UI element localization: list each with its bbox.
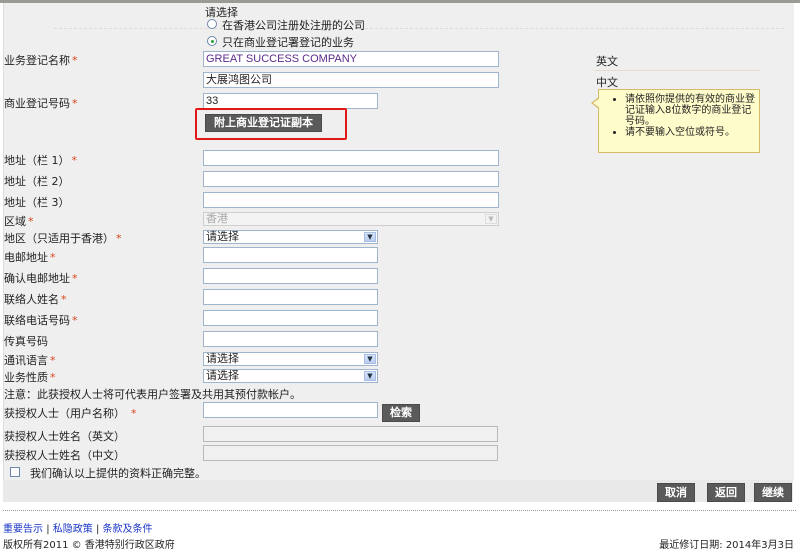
address-line1-label: 地址（栏 1） *	[4, 154, 77, 167]
radio-br-business[interactable]	[207, 36, 217, 46]
fax-input[interactable]	[203, 331, 378, 347]
contact-name-input[interactable]	[203, 289, 378, 305]
confirm-email-input[interactable]	[203, 268, 378, 284]
address-line2-label: 地址（栏 2）	[4, 175, 70, 188]
link-separator: |	[95, 524, 100, 535]
contact-name-label: 联络人姓名 *	[4, 293, 67, 306]
notice-text: 注意：此获授权人士将可代表用户签署及共用其预付款帐户。	[4, 388, 301, 401]
email-input[interactable]	[203, 247, 378, 263]
br-number-input[interactable]: 33	[203, 93, 378, 109]
fax-label: 传真号码	[4, 335, 48, 348]
chevron-down-icon: ▼	[364, 371, 376, 381]
radio-br-business-label: 只在商业登记署登记的业务	[222, 36, 354, 49]
district-label: 地区（只适用于香港） *	[4, 232, 122, 245]
divider	[54, 28, 784, 30]
authorized-user-label: 获授权人士（用户名称） *	[4, 407, 137, 420]
authorized-name-zh-label: 获授权人士姓名（中文）	[4, 449, 125, 462]
last-revised-date: 最近修订日期: 2014年3月3日	[659, 540, 794, 551]
email-label: 电邮地址 *	[4, 251, 56, 264]
business-name-chinese-input[interactable]: 大展鸿图公司	[203, 72, 499, 88]
contact-phone-input[interactable]	[203, 310, 378, 326]
authorized-name-zh-input	[203, 445, 498, 461]
address-line3-input[interactable]	[203, 192, 499, 208]
english-tag: 英文	[596, 55, 618, 68]
address-line1-input[interactable]	[203, 150, 499, 166]
tooltip-item: 请依照你提供的有效的商业登记证输入8位数字的商业登记号码。	[625, 94, 759, 127]
br-number-label: 商业登记号码 *	[4, 97, 78, 110]
important-notices-link[interactable]: 重要告示	[3, 524, 43, 535]
chevron-down-icon: ▼	[485, 214, 497, 224]
business-name-label: 业务登记名称 *	[4, 54, 78, 67]
footer-divider	[3, 510, 796, 511]
copyright-text: 版权所有2011 © 香港特别行政区政府	[3, 540, 175, 551]
confirm-checkbox[interactable]	[10, 467, 20, 477]
link-separator: |	[46, 524, 50, 535]
chevron-down-icon: ▼	[364, 232, 376, 242]
district-select[interactable]: 请选择 ▼	[203, 230, 378, 244]
back-button[interactable]: 返回	[707, 483, 745, 502]
address-line2-input[interactable]	[203, 171, 499, 187]
search-button[interactable]: 检索	[382, 404, 420, 422]
region-select: 香港 ▼	[203, 212, 499, 226]
footer-links: 重要告示 | 私隐政策 | 条款及条件	[3, 520, 153, 535]
radio-registered-company-label: 在香港公司注册处注册的公司	[222, 19, 365, 32]
comm-language-select[interactable]: 请选择 ▼	[203, 352, 378, 366]
radio-registered-company[interactable]	[207, 19, 217, 29]
attach-br-copy-button[interactable]: 附上商业登记证副本	[205, 114, 322, 132]
authorized-user-input[interactable]	[203, 402, 378, 418]
tag-separator	[594, 70, 760, 71]
chinese-tag: 中文	[596, 76, 618, 89]
cancel-button[interactable]: 取消	[657, 483, 695, 502]
continue-button[interactable]: 继续	[754, 483, 792, 502]
chevron-down-icon: ▼	[364, 354, 376, 364]
terms-link[interactable]: 条款及条件	[103, 524, 153, 535]
address-line3-label: 地址（栏 3）	[4, 196, 70, 209]
authorized-name-en-label: 获授权人士姓名（英文）	[4, 430, 125, 443]
br-number-tooltip: 请依照你提供的有效的商业登记证输入8位数字的商业登记号码。 请不要输入空位或符号…	[598, 89, 760, 153]
contact-phone-label: 联络电话号码 *	[4, 314, 78, 327]
confirm-email-label: 确认电邮地址 *	[4, 272, 78, 285]
tooltip-arrow-fill	[593, 98, 600, 108]
comm-language-label: 通讯语言 *	[4, 354, 56, 367]
confirm-checkbox-label: 我们确认以上提供的资料正确完整。	[30, 467, 206, 480]
business-name-english-input[interactable]: GREAT SUCCESS COMPANY	[203, 51, 499, 67]
region-label: 区域 *	[4, 215, 34, 228]
authorized-name-en-input	[203, 426, 498, 442]
business-nature-label: 业务性质 *	[4, 371, 56, 384]
business-nature-select[interactable]: 请选择 ▼	[203, 369, 378, 383]
tooltip-item: 请不要输入空位或符号。	[625, 127, 759, 138]
privacy-policy-link[interactable]: 私隐政策	[53, 524, 93, 535]
